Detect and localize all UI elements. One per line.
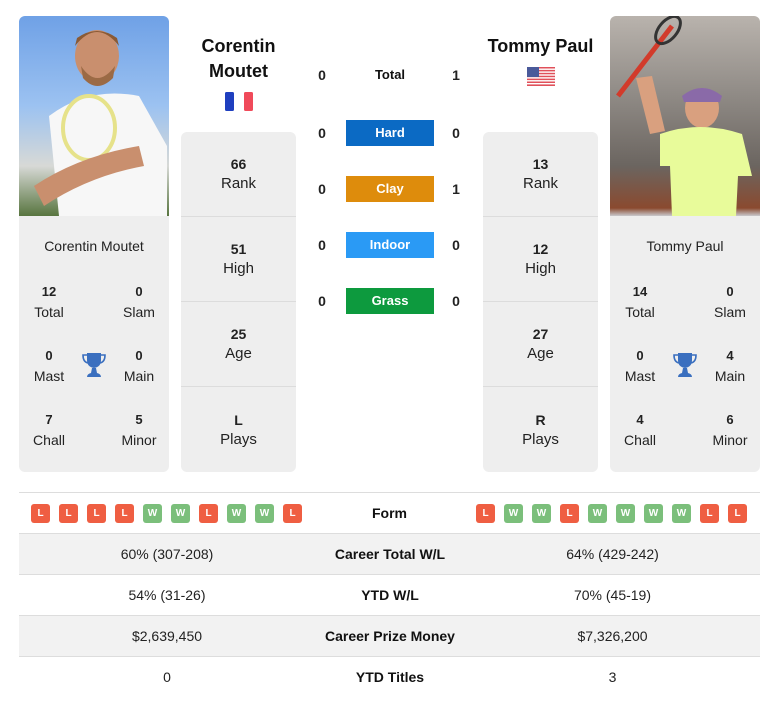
player1-titles-chall: 7 Chall [33, 412, 65, 448]
player1-titles-minor: 5 Minor [121, 412, 157, 448]
form-loss-badge: L [700, 504, 719, 523]
player1-stat-high: 51 High [181, 217, 296, 302]
surface-hard-badge[interactable]: Hard [346, 120, 434, 146]
player1-stat-plays: L Plays [220, 411, 257, 448]
player1-stat-rank: 66 Rank [181, 132, 296, 217]
player1-titles-main: 0 Main [123, 348, 155, 384]
player2-name-heading[interactable]: Tommy Paul [483, 34, 598, 59]
player2-form-badges: LWWLWWWWLL [476, 504, 747, 523]
form-win-badge: W [504, 504, 523, 523]
player2-stats-column: 13 Rank 12 High 27 Age R Plays [483, 132, 598, 472]
h2h-indoor-row: 0 Indoor 0 [310, 232, 470, 258]
form-win-badge: W [644, 504, 663, 523]
form-win-badge: W [143, 504, 162, 523]
player1-titles-mast: 0 Mast [33, 348, 65, 384]
player2-photo-image [616, 16, 752, 216]
player1-titles-slam: 0 Slam [123, 284, 155, 320]
surface-grass-badge[interactable]: Grass [346, 288, 434, 314]
surface-clay-badge[interactable]: Clay [346, 176, 434, 202]
form-win-badge: W [227, 504, 246, 523]
comparison-row-ytd-wl: 54% (31-26) YTD W/L 70% (45-19) [19, 574, 760, 615]
player2-name-label: Tommy Paul [646, 238, 724, 254]
h2h-grass-row: 0 Grass 0 [310, 288, 470, 314]
h2h-hard-row: 0 Hard 0 [310, 120, 470, 146]
form-win-badge: W [255, 504, 274, 523]
form-loss-badge: L [199, 504, 218, 523]
h2h-total-label: Total [374, 67, 406, 82]
form-loss-badge: L [283, 504, 302, 523]
player2-titles-slam: 0 Slam [714, 284, 746, 320]
player2-titles-total: 14 Total [625, 284, 655, 320]
player2-titles-minor: 6 Minor [712, 412, 748, 448]
surface-indoor-badge[interactable]: Indoor [346, 232, 434, 258]
form-row: LLLLWWLWWL Form LWWLWWWWLL [19, 493, 760, 534]
form-win-badge: W [588, 504, 607, 523]
player2-titles-chall: 4 Chall [624, 412, 656, 448]
trophy-icon [82, 353, 106, 377]
player1-photo [19, 16, 169, 216]
france-flag-icon [225, 92, 253, 111]
player2-titles-main: 4 Main [714, 348, 746, 384]
h2h-clay-row: 0 Clay 1 [310, 176, 470, 202]
player2-stat-rank: 13 Rank [483, 132, 598, 217]
h2h-total-row: 0 Total 1 [310, 62, 470, 88]
trophy-icon [673, 353, 697, 377]
player2-titles-mast: 0 Mast [624, 348, 656, 384]
player1-titles-card: Corentin Moutet 12 Total 0 Slam 0 Mast 0… [19, 216, 169, 472]
comparison-row-ytd-titles: 0 YTD Titles 3 [19, 656, 760, 697]
form-loss-badge: L [728, 504, 747, 523]
form-win-badge: W [672, 504, 691, 523]
player1-name-heading[interactable]: Corentin Moutet [181, 34, 296, 84]
player2-stat-plays: R Plays [522, 411, 559, 448]
form-win-badge: W [171, 504, 190, 523]
comparison-row-career-wl: 60% (307-208) Career Total W/L 64% (429-… [19, 533, 760, 574]
form-loss-badge: L [115, 504, 134, 523]
comparison-row-prize-money: $2,639,450 Career Prize Money $7,326,200 [19, 615, 760, 656]
form-loss-badge: L [59, 504, 78, 523]
player1-stat-age: 25 Age [181, 302, 296, 387]
form-loss-badge: L [560, 504, 579, 523]
form-loss-badge: L [87, 504, 106, 523]
player1-form-badges: LLLLWWLWWL [31, 504, 302, 523]
player2-stat-age: 27 Age [483, 302, 598, 387]
player1-titles-total: 12 Total [34, 284, 64, 320]
form-label: Form [372, 505, 407, 521]
form-win-badge: W [616, 504, 635, 523]
player2-stat-high: 12 High [483, 217, 598, 302]
player1-photo-image [34, 30, 167, 216]
player1-name-label: Corentin Moutet [44, 238, 144, 254]
player2-photo [610, 16, 760, 216]
player1-stats-column: 66 Rank 51 High 25 Age L Plays [181, 132, 296, 472]
form-loss-badge: L [31, 504, 50, 523]
form-win-badge: W [532, 504, 551, 523]
player2-titles-card: Tommy Paul 14 Total 0 Slam 0 Mast 4 Main… [610, 216, 760, 472]
usa-flag-icon [527, 67, 555, 86]
form-loss-badge: L [476, 504, 495, 523]
